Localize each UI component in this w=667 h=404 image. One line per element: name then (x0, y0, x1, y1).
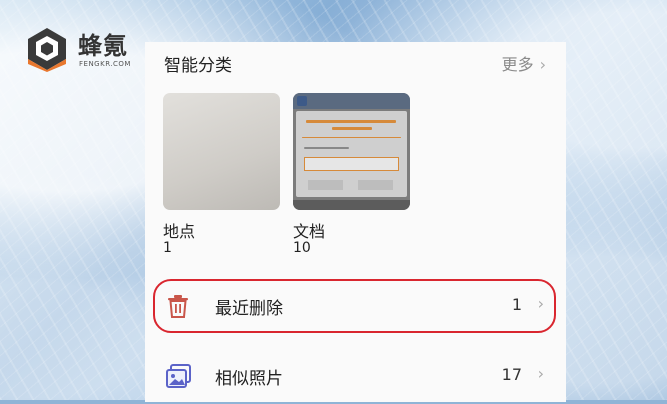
watermark-logo: 蜂氪 FENGKR.COM (24, 22, 144, 78)
similar-photos-icon (165, 363, 193, 393)
doc-preview-dialog (296, 111, 407, 197)
logo-text-cn: 蜂氪 (78, 32, 128, 60)
more-label: 更多 (501, 55, 534, 74)
similar-photos-label: 相似照片 (215, 369, 283, 389)
logo-mark-icon (28, 28, 66, 72)
doc-preview-avatar (297, 96, 307, 106)
doc-preview-footer (293, 200, 410, 210)
category-thumb-location[interactable] (163, 93, 280, 210)
doc-preview-header (293, 93, 410, 109)
smart-categories-title: 智能分类 (164, 56, 232, 76)
album-panel: 智能分类 更多 › 地点 1 文档 10 最近删除 1 › 相似照片 17 › (145, 42, 566, 402)
category-count-documents: 10 (293, 240, 311, 256)
category-count-location: 1 (163, 240, 172, 256)
logo-text-en: FENGKR.COM (79, 60, 131, 68)
similar-photos-row[interactable]: 相似照片 17 › (145, 348, 566, 404)
chevron-right-icon: › (537, 364, 544, 383)
category-label-location: 地点 (163, 222, 196, 241)
category-label-documents: 文档 (293, 222, 326, 241)
category-thumb-documents[interactable] (293, 93, 410, 210)
chevron-right-icon: › (539, 55, 546, 74)
similar-photos-count: 17 (501, 365, 522, 384)
highlight-annotation-circle (153, 279, 556, 333)
more-link[interactable]: 更多 › (502, 51, 546, 75)
